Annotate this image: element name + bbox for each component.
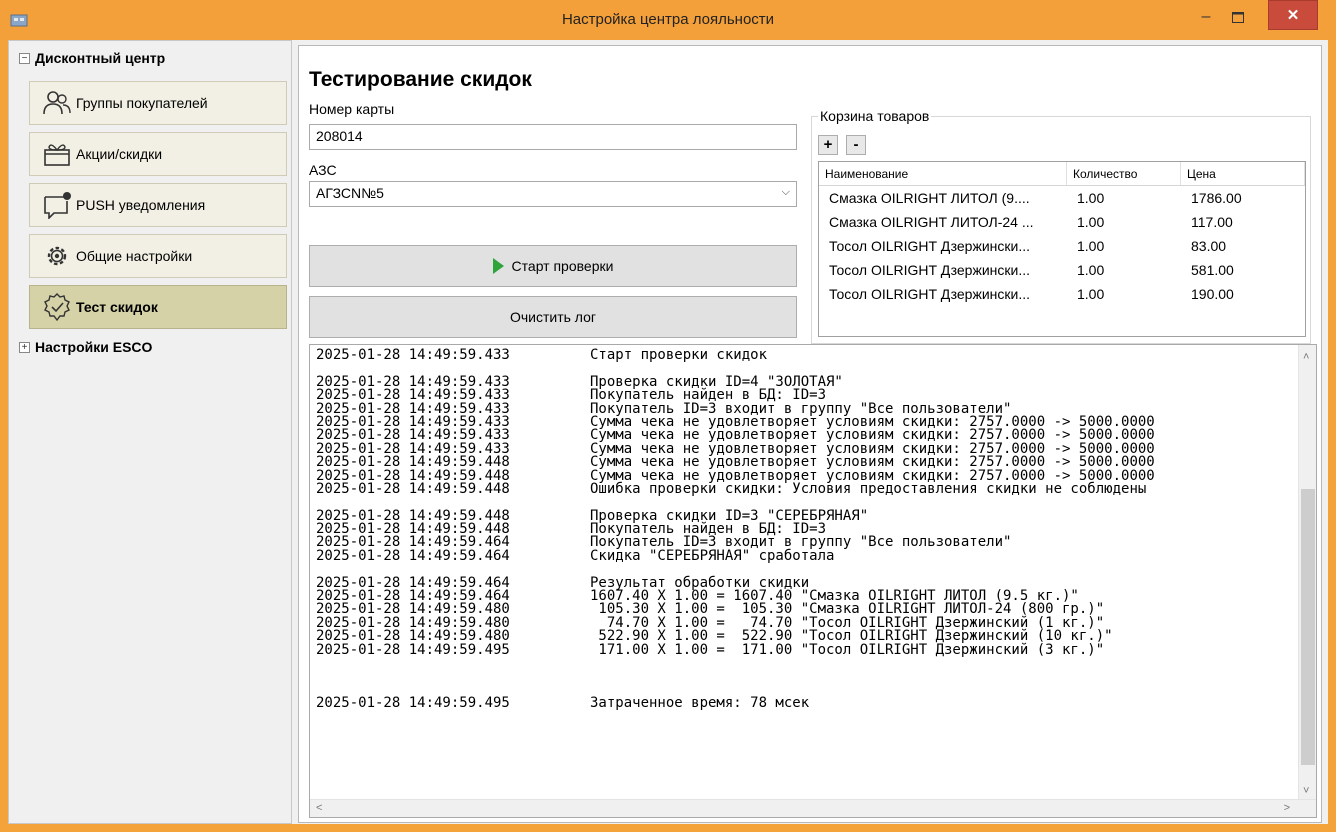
client-area: − Дисконтный центр Группы покупателей Ак…: [8, 40, 1328, 824]
scroll-up-icon[interactable]: ˄: [1303, 351, 1309, 363]
cell-name: Смазка OILRIGHT ЛИТОЛ (9....: [829, 190, 1030, 206]
sidebar-item-label: Акции/скидки: [76, 146, 163, 162]
cell-qty: 1.00: [1077, 214, 1105, 230]
sidebar-item-label: Группы покупателей: [76, 95, 208, 111]
cell-price: 581.00: [1191, 262, 1234, 278]
log-timestamp: 2025-01-28 14:49:59.495: [316, 695, 510, 712]
log-line: 2025-01-28 14:49:59.448 Ошибка проверки с…: [316, 480, 1296, 497]
vertical-scrollbar[interactable]: ˄ ˅: [1298, 345, 1316, 801]
play-icon: [492, 258, 504, 274]
scrollbar-thumb[interactable]: [1301, 489, 1315, 765]
log-lines: 2025-01-28 14:49:59.433 Старт проверки ск…: [316, 347, 1296, 712]
card-number-label: Номер карты: [309, 101, 395, 117]
cell-price: 83.00: [1191, 238, 1227, 254]
table-row[interactable]: Смазка OILRIGHT ЛИТОЛ-24 ... 1.00 117.00: [819, 210, 1305, 234]
log-line: 2025-01-28 14:49:59.495 Затраченное время…: [316, 695, 1296, 712]
start-check-button[interactable]: Старт проверки: [309, 245, 797, 287]
sidebar: − Дисконтный центр Группы покупателей Ак…: [8, 40, 292, 824]
collapse-icon[interactable]: −: [19, 52, 30, 64]
scroll-right-icon[interactable]: >: [1284, 802, 1290, 814]
cell-name: Смазка OILRIGHT ЛИТОЛ-24 ...: [829, 214, 1034, 230]
log-line: 2025-01-28 14:49:59.495 171.00 X 1.00 = …: [316, 641, 1296, 658]
cell-qty: 1.00: [1077, 238, 1105, 254]
minimize-button[interactable]: –: [1190, 2, 1222, 32]
tree-group-label: Настройки ESCO: [35, 339, 153, 355]
tree-group-discount-center[interactable]: − Дисконтный центр: [19, 50, 165, 66]
cell-qty: 1.00: [1077, 190, 1105, 206]
gear-icon: [42, 242, 72, 270]
azs-select[interactable]: АГЗСN№5 ⌵: [309, 181, 797, 207]
azs-label: АЗС: [309, 162, 337, 178]
app-window: Настройка центра лояльности – ✕ − Дискон…: [0, 0, 1336, 832]
log-message: Старт проверки скидок: [590, 347, 768, 363]
cell-price: 1786.00: [1191, 190, 1242, 206]
horizontal-scrollbar[interactable]: < >: [310, 799, 1316, 817]
cell-qty: 1.00: [1077, 262, 1105, 278]
column-header-qty[interactable]: Количество: [1067, 162, 1181, 185]
page-title: Тестирование скидок: [309, 68, 532, 91]
log-timestamp: 2025-01-28 14:49:59.448: [316, 480, 510, 497]
sidebar-item-discount-test[interactable]: Тест скидок: [29, 285, 287, 329]
sidebar-item-customer-groups[interactable]: Группы покупателей: [29, 81, 287, 125]
log-timestamp: 2025-01-28 14:49:59.433: [316, 347, 510, 363]
log-blank-line: [316, 657, 1296, 670]
clear-log-label: Очистить лог: [509, 309, 597, 325]
close-icon: ✕: [1286, 7, 1300, 24]
log-message: Скидка "СЕРЕБРЯНАЯ" сработала: [590, 547, 835, 564]
maximize-button[interactable]: [1222, 2, 1254, 32]
table-header: Наименование Количество Цена: [819, 162, 1305, 186]
cell-name: Тосол OILRIGHT Дзержински...: [829, 262, 1031, 278]
users-icon: [42, 89, 72, 117]
add-item-button[interactable]: +: [818, 135, 838, 155]
log-timestamp: 2025-01-28 14:49:59.464: [316, 547, 510, 564]
window-title: Настройка центра лояльности: [561, 11, 775, 28]
start-check-label: Старт проверки: [511, 258, 614, 274]
azs-selected-value: АГЗСN№5: [316, 185, 384, 201]
cell-name: Тосол OILRIGHT Дзержински...: [829, 286, 1031, 302]
log-line: 2025-01-28 14:49:59.464 Скидка "СЕРЕБРЯНА…: [316, 547, 1296, 564]
log-textarea[interactable]: 2025-01-28 14:49:59.433 Старт проверки ск…: [309, 344, 1317, 818]
basket-label: Корзина товаров: [818, 108, 932, 124]
maximize-icon: [1232, 11, 1244, 23]
sidebar-item-general-settings[interactable]: Общие настройки: [29, 234, 287, 278]
sidebar-item-label: Тест скидок: [76, 299, 158, 315]
cell-qty: 1.00: [1077, 286, 1105, 302]
cell-name: Тосол OILRIGHT Дзержински...: [829, 238, 1031, 254]
log-message: 171.00 X 1.00 = 171.00 "Тосол OILRIGHT Д…: [590, 641, 1105, 658]
main-panel: Тестирование скидок Номер карты 208014 А…: [298, 45, 1322, 823]
log-timestamp: 2025-01-28 14:49:59.495: [316, 641, 510, 658]
chevron-down-icon: ⌵: [781, 186, 790, 198]
check-badge-icon: [42, 293, 72, 322]
table-row[interactable]: Смазка OILRIGHT ЛИТОЛ (9.... 1.00 1786.0…: [819, 186, 1305, 210]
basket-table: Наименование Количество Цена Смазка OILR…: [818, 161, 1306, 337]
cell-price: 190.00: [1191, 286, 1234, 302]
basket-group: Корзина товаров + - Наименование Количес…: [811, 108, 1311, 344]
table-row[interactable]: Тосол OILRIGHT Дзержински... 1.00 83.00: [819, 234, 1305, 258]
log-blank-line: [316, 670, 1296, 683]
scroll-left-icon[interactable]: <: [316, 802, 322, 814]
sidebar-item-promotions[interactable]: Акции/скидки: [29, 132, 287, 176]
scroll-down-icon[interactable]: ˅: [1303, 785, 1309, 797]
card-number-input[interactable]: 208014: [309, 124, 797, 150]
sidebar-item-label: Общие настройки: [76, 248, 193, 264]
table-row[interactable]: Тосол OILRIGHT Дзержински... 1.00 190.00: [819, 282, 1305, 306]
expand-icon[interactable]: +: [19, 341, 30, 353]
tree-group-esco-settings[interactable]: + Настройки ESCO: [19, 339, 152, 355]
log-line: 2025-01-28 14:49:59.433 Старт проверки ск…: [316, 347, 1296, 363]
log-message: Затраченное время: 78 мсек: [590, 695, 810, 712]
table-row[interactable]: Тосол OILRIGHT Дзержински... 1.00 581.00: [819, 258, 1305, 282]
column-header-price[interactable]: Цена: [1181, 162, 1305, 185]
clear-log-button[interactable]: Очистить лог: [309, 296, 797, 338]
tree-group-label: Дисконтный центр: [35, 50, 166, 66]
log-message: Ошибка проверки скидки: Условия предоста…: [590, 480, 1147, 497]
column-header-name[interactable]: Наименование: [819, 162, 1067, 185]
notification-icon: [42, 191, 72, 219]
title-bar[interactable]: Настройка центра лояльности – ✕: [0, 0, 1336, 40]
remove-item-button[interactable]: -: [846, 135, 866, 155]
cell-price: 117.00: [1191, 214, 1233, 230]
close-button[interactable]: ✕: [1268, 0, 1318, 30]
gift-icon: [42, 140, 72, 168]
sidebar-item-push[interactable]: PUSH уведомления: [29, 183, 287, 227]
sidebar-item-label: PUSH уведомления: [76, 197, 206, 213]
